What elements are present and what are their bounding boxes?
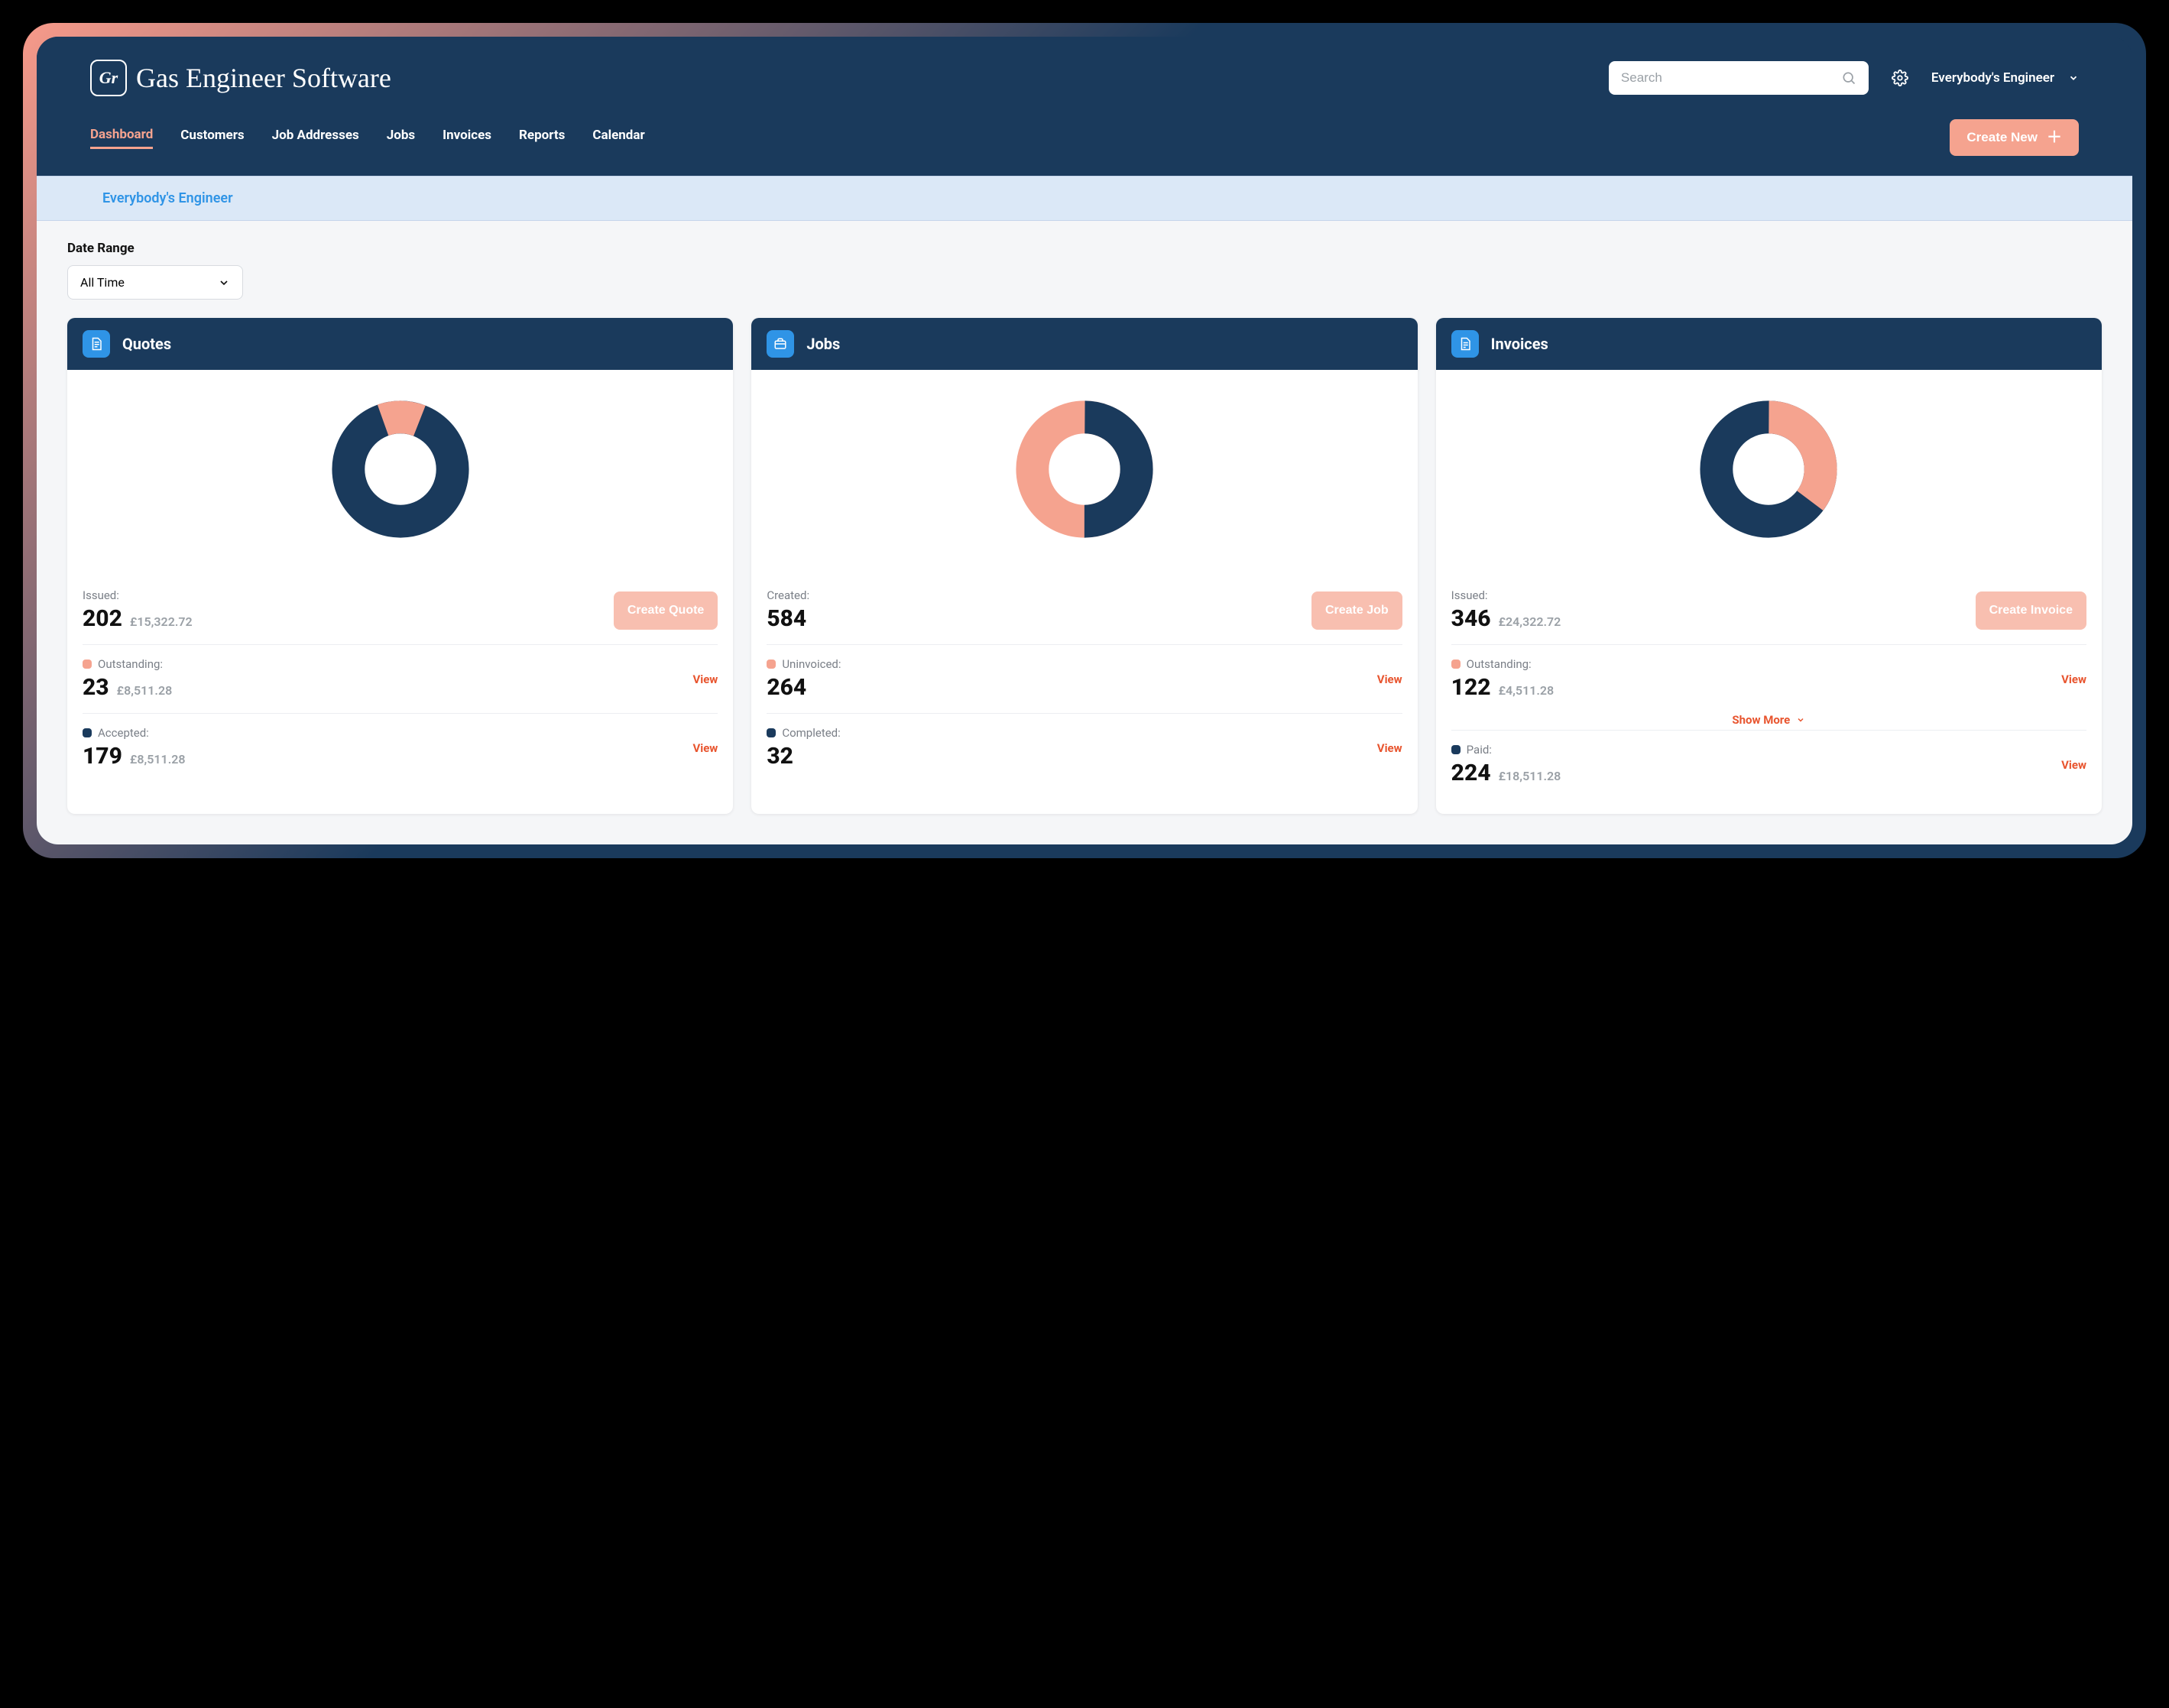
create-new-button[interactable]: Create New ＋ xyxy=(1950,119,2079,156)
date-range-value: All Time xyxy=(80,275,125,290)
card-title: Jobs xyxy=(806,335,840,353)
jobs-card: Jobs Created: 584 xyxy=(751,318,1417,814)
view-link[interactable]: View xyxy=(2061,758,2086,772)
user-menu[interactable]: Everybody's Engineer xyxy=(1931,70,2079,86)
legend-dot-outstanding xyxy=(83,660,92,669)
invoices-card: Invoices Issued: 346 xyxy=(1436,318,2102,814)
nav-invoices[interactable]: Invoices xyxy=(443,128,491,147)
create-quote-button[interactable]: Create Quote xyxy=(614,591,718,630)
stat-value: 202 xyxy=(83,605,122,632)
nav-jobs[interactable]: Jobs xyxy=(387,128,415,147)
stat-money: £8,511.28 xyxy=(130,752,186,766)
view-link[interactable]: View xyxy=(2061,673,2086,686)
create-job-button[interactable]: Create Job xyxy=(1311,591,1402,630)
stat-value: 346 xyxy=(1451,605,1491,632)
card-title: Invoices xyxy=(1491,335,1548,353)
stat-money: £24,322.72 xyxy=(1499,614,1561,629)
stat-label: Created: xyxy=(767,588,809,602)
stat-value: 122 xyxy=(1451,674,1491,701)
invoice-icon xyxy=(1451,330,1479,358)
legend-dot-accepted xyxy=(83,728,92,737)
quotes-donut-chart xyxy=(332,400,469,538)
stat-label: Paid: xyxy=(1467,743,1492,757)
plus-icon: ＋ xyxy=(2047,130,2062,145)
quotes-card: Quotes Issued: 202 xyxy=(67,318,733,814)
logo-mark: Gr xyxy=(90,60,127,96)
nav-customers[interactable]: Customers xyxy=(180,128,244,147)
date-range-label: Date Range xyxy=(67,241,2102,256)
logo-text: Gas Engineer Software xyxy=(136,62,391,94)
show-more-button[interactable]: Show More xyxy=(1451,705,2086,730)
view-link[interactable]: View xyxy=(692,741,718,755)
jobs-donut-chart xyxy=(1016,400,1153,538)
stat-value: 179 xyxy=(83,743,122,770)
stat-value: 32 xyxy=(767,743,793,770)
stat-value: 23 xyxy=(83,674,109,701)
legend-dot-outstanding xyxy=(1451,660,1461,669)
stat-label: Accepted: xyxy=(98,726,149,740)
legend-dot-paid xyxy=(1451,745,1461,754)
stat-label: Outstanding: xyxy=(98,657,163,671)
chevron-down-icon xyxy=(1796,715,1805,724)
stat-value: 584 xyxy=(767,605,806,632)
search-box[interactable] xyxy=(1609,61,1869,95)
stat-money: £8,511.28 xyxy=(117,683,173,698)
view-link[interactable]: View xyxy=(692,673,718,686)
stat-money: £4,511.28 xyxy=(1499,683,1555,698)
nav-calendar[interactable]: Calendar xyxy=(592,128,644,147)
briefcase-icon xyxy=(767,330,794,358)
nav-dashboard[interactable]: Dashboard xyxy=(90,127,153,149)
user-name: Everybody's Engineer xyxy=(1931,70,2054,86)
stat-label: Uninvoiced: xyxy=(782,657,841,671)
create-invoice-button[interactable]: Create Invoice xyxy=(1976,591,2086,630)
document-icon xyxy=(83,330,110,358)
breadcrumb[interactable]: Everybody's Engineer xyxy=(37,176,2132,221)
chevron-down-icon xyxy=(218,277,230,289)
invoices-donut-chart xyxy=(1700,400,1837,538)
stat-money: £15,322.72 xyxy=(130,614,193,629)
stat-label: Issued: xyxy=(1451,588,1488,602)
gear-icon[interactable] xyxy=(1892,70,1908,86)
stat-label: Completed: xyxy=(782,726,840,740)
nav-job-addresses[interactable]: Job Addresses xyxy=(272,128,359,147)
view-link[interactable]: View xyxy=(1377,673,1402,686)
nav-reports[interactable]: Reports xyxy=(519,128,565,147)
stat-label: Issued: xyxy=(83,588,119,602)
view-link[interactable]: View xyxy=(1377,741,1402,755)
legend-dot-completed xyxy=(767,728,776,737)
legend-dot-uninvoiced xyxy=(767,660,776,669)
search-icon xyxy=(1841,70,1856,86)
stat-money: £18,511.28 xyxy=(1499,769,1561,783)
create-new-label: Create New xyxy=(1966,130,2038,145)
show-more-label: Show More xyxy=(1732,713,1790,727)
stat-label: Outstanding: xyxy=(1467,657,1532,671)
chevron-down-icon xyxy=(2068,73,2079,83)
search-input[interactable] xyxy=(1621,70,1841,86)
date-range-select[interactable]: All Time xyxy=(67,265,243,300)
stat-value: 264 xyxy=(767,674,806,701)
app-logo: Gr Gas Engineer Software xyxy=(90,60,391,96)
card-title: Quotes xyxy=(122,335,171,353)
stat-value: 224 xyxy=(1451,760,1491,786)
